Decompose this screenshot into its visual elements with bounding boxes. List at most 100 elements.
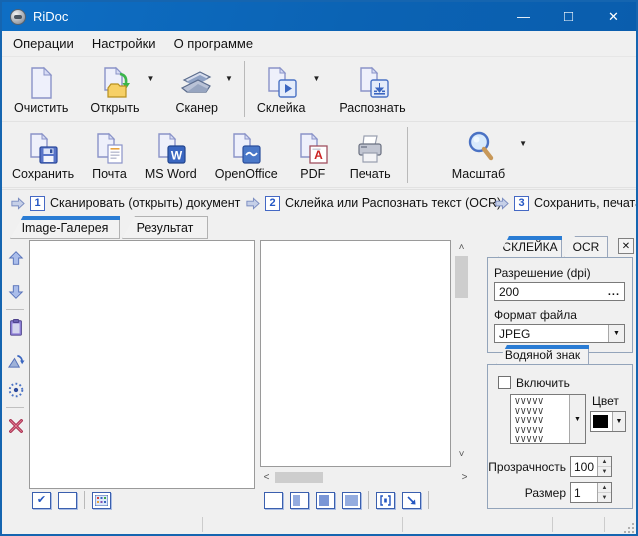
toolbar-separator [244, 61, 245, 117]
fit-to-window-button[interactable] [376, 492, 395, 509]
scroll-up-arrow[interactable]: ˄ [453, 240, 470, 255]
minimize-button[interactable]: — [501, 2, 546, 31]
openoffice-button[interactable]: OpenOffice [211, 126, 282, 184]
scroll-down-arrow[interactable]: ˅ [453, 447, 470, 462]
open-button[interactable]: Открыть [86, 60, 143, 118]
combo-arrow-icon[interactable]: ▼ [569, 395, 585, 443]
tab-result[interactable]: Результат [122, 216, 208, 239]
status-separator [402, 517, 403, 532]
tab-ocr-settings[interactable]: OCR [564, 236, 608, 258]
scanner-button[interactable]: Сканер [171, 60, 222, 118]
resize-grip[interactable] [624, 524, 633, 533]
opacity-spinner[interactable]: 100 ▲ ▼ [570, 456, 612, 477]
watermark-pattern-preview: VVVVV VVVVV VVVVV VVVVV VVVVV [511, 395, 569, 443]
save-button[interactable]: Сохранить [8, 126, 78, 184]
thumbnail-grid-button[interactable] [92, 492, 111, 509]
resolution-input[interactable]: 200 ... [494, 282, 625, 301]
menu-about[interactable]: О программе [165, 33, 263, 54]
close-button[interactable]: ✕ [591, 2, 636, 31]
scroll-left-arrow[interactable]: ˂ [260, 470, 273, 485]
workflow-steps-bar: 1 Сканировать (открыть) документ 2 Склей… [2, 189, 636, 215]
actual-size-button[interactable] [402, 492, 421, 509]
view-empty-page-button[interactable] [264, 492, 283, 509]
combo-arrow-icon[interactable]: ▼ [608, 325, 624, 342]
main-tab-strip: Image-Галерея Результат [2, 215, 482, 239]
watermark-enable-checkbox[interactable] [498, 376, 511, 389]
recognize-button[interactable]: Распознать [335, 60, 409, 118]
merge-button[interactable]: Склейка [253, 60, 310, 118]
pdf-button[interactable]: A PDF [292, 126, 334, 184]
checkmark-icon: ✔ [37, 495, 46, 506]
grid-icon [95, 495, 108, 506]
move-up-button[interactable] [5, 247, 26, 268]
tab-merge-settings[interactable]: СКЛЕЙКА [498, 236, 562, 258]
preview-panel [260, 240, 451, 467]
deselect-all-button[interactable] [58, 492, 77, 509]
resolution-label: Разрешение (dpi) [494, 266, 591, 280]
print-button[interactable]: Печать [346, 126, 395, 184]
clear-button[interactable]: Очистить [10, 60, 72, 118]
msword-icon: W [154, 132, 188, 166]
view-two-thirds-page-button[interactable] [316, 492, 335, 509]
step-arrow-icon [10, 197, 25, 210]
preview-horizontal-scrollbar[interactable]: ˂ ˃ [260, 470, 471, 485]
spin-up-icon[interactable]: ▲ [598, 457, 611, 467]
panel-close-button[interactable]: ✕ [618, 238, 634, 254]
delete-button[interactable] [5, 415, 26, 436]
printer-icon [352, 132, 388, 166]
combo-arrow-icon[interactable]: ▼ [612, 412, 625, 431]
msword-button[interactable]: W MS Word [141, 126, 201, 184]
brightness-button[interactable] [5, 379, 26, 400]
select-all-button[interactable]: ✔ [32, 492, 51, 509]
view-half-page-button[interactable] [290, 492, 309, 509]
format-select[interactable]: JPEG ▼ [494, 324, 625, 343]
resolution-more-button[interactable]: ... [608, 286, 624, 298]
menu-operations[interactable]: Операции [4, 33, 83, 54]
settings-panel: СКЛЕЙКА OCR ✕ Разрешение (dpi) 200 ... Ф… [486, 236, 636, 510]
menu-settings[interactable]: Настройки [83, 33, 165, 54]
spin-down-icon[interactable]: ▼ [598, 467, 611, 476]
view-full-page-button[interactable] [342, 492, 361, 509]
magnifier-icon [460, 130, 496, 166]
rotate-image-button[interactable] [5, 349, 26, 370]
watermark-color-select[interactable]: ▼ [590, 411, 626, 432]
horizontal-scroll-thumb[interactable] [275, 472, 323, 483]
mini-separator [368, 491, 369, 509]
merge-dropdown-arrow[interactable]: ▼ [312, 74, 320, 105]
format-label: Формат файла [494, 308, 577, 322]
maximize-button[interactable]: □ [546, 2, 591, 31]
scroll-right-arrow[interactable]: ˃ [458, 470, 471, 485]
size-spinner[interactable]: 1 ▲ ▼ [570, 482, 612, 503]
step-label: Сканировать (открыть) документ [50, 196, 240, 210]
tab-image-gallery[interactable]: Image-Галерея [10, 216, 120, 239]
strip-separator [6, 309, 24, 310]
vertical-scroll-thumb[interactable] [455, 256, 468, 298]
spin-down-icon[interactable]: ▼ [598, 493, 611, 502]
mini-separator [84, 491, 85, 509]
step-arrow-icon [245, 197, 260, 210]
move-down-button[interactable] [5, 281, 26, 302]
full-fill [345, 495, 358, 506]
step-label: Сохранить, печатать, [534, 196, 638, 210]
tab-watermark[interactable]: Водяной знак [496, 345, 589, 365]
pdf-icon: A [296, 132, 330, 166]
open-dropdown-arrow[interactable]: ▼ [147, 74, 155, 105]
openoffice-icon [229, 132, 263, 166]
clipboard-button[interactable] [5, 317, 26, 338]
strip-separator [6, 407, 24, 408]
save-icon [26, 132, 60, 166]
step-number: 3 [514, 196, 529, 211]
arrow-up-icon [7, 249, 25, 267]
delete-x-icon [7, 417, 25, 435]
zoom-dropdown-arrow[interactable]: ▼ [519, 139, 527, 170]
scanner-dropdown-arrow[interactable]: ▼ [225, 74, 233, 105]
svg-text:W: W [171, 148, 183, 162]
mail-button[interactable]: Почта [88, 126, 131, 184]
ocr-recognize-icon [356, 66, 390, 100]
preview-vertical-scrollbar[interactable]: ˄ ˅ [453, 240, 470, 462]
watermark-pattern-select[interactable]: VVVVV VVVVV VVVVV VVVVV VVVVV ▼ [510, 394, 586, 444]
gallery-selection-toolbar: ✔ [32, 490, 111, 510]
mail-icon [92, 132, 126, 166]
spin-up-icon[interactable]: ▲ [598, 483, 611, 493]
zoom-button[interactable]: Масштаб [448, 126, 509, 184]
